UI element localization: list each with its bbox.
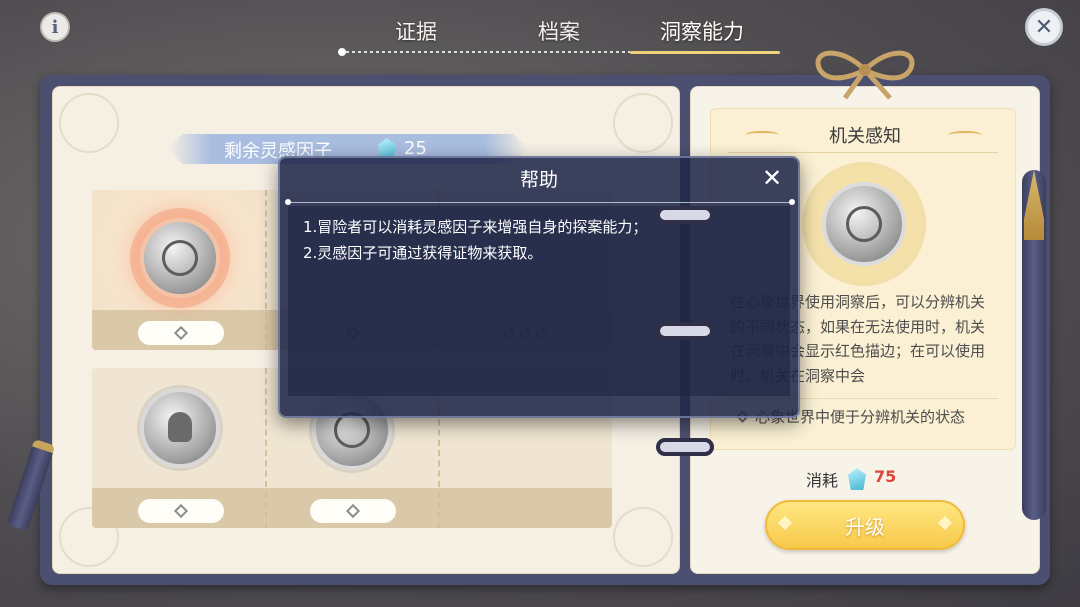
tab-track-dot bbox=[338, 48, 346, 56]
ribbon-bow bbox=[815, 50, 915, 100]
cost-label: 消耗 bbox=[806, 471, 839, 490]
divider-dot bbox=[285, 199, 291, 205]
modal-close-icon[interactable]: ✕ bbox=[762, 164, 782, 192]
upgrade-button[interactable]: 升级 bbox=[765, 500, 965, 550]
cell-divider bbox=[265, 368, 267, 528]
mechanism-sense-icon[interactable] bbox=[140, 218, 220, 298]
upgrade-label: 升级 bbox=[845, 514, 885, 539]
tab-archive[interactable]: 档案 bbox=[538, 16, 580, 46]
cost-value: 75 bbox=[874, 467, 897, 486]
binder-ring bbox=[656, 206, 714, 224]
help-line: 2.灵感因子可通过获得证物来获取。 bbox=[303, 244, 543, 262]
divider-dot bbox=[789, 199, 795, 205]
title-ornament bbox=[948, 131, 982, 139]
cost-pill bbox=[310, 499, 396, 523]
tab-evidence[interactable]: 证据 bbox=[395, 16, 437, 46]
title-ornament bbox=[745, 131, 779, 139]
diamond-icon bbox=[345, 503, 361, 519]
lightbulb-icon[interactable] bbox=[140, 388, 220, 468]
diamond-icon bbox=[173, 503, 189, 519]
close-button[interactable]: ✕ bbox=[1025, 8, 1063, 46]
diamond-icon bbox=[173, 325, 189, 341]
binder-ring bbox=[656, 322, 714, 340]
tab-active-indicator bbox=[630, 51, 780, 54]
help-line: 1.冒险者可以消耗灵感因子来增强自身的探案能力； bbox=[303, 218, 648, 236]
ability-title: 机关感知 bbox=[829, 126, 901, 147]
binder-ring bbox=[656, 438, 714, 456]
info-icon[interactable]: i bbox=[40, 12, 70, 42]
divider bbox=[728, 152, 998, 153]
corner-ornament bbox=[613, 507, 673, 567]
close-icon: ✕ bbox=[1034, 14, 1054, 40]
modal-divider bbox=[288, 202, 792, 203]
cost-pill bbox=[138, 499, 224, 523]
modal-title: 帮助 bbox=[519, 169, 558, 191]
tab-track bbox=[340, 51, 630, 53]
corner-ornament bbox=[59, 93, 119, 153]
cost-pill bbox=[138, 321, 224, 345]
corner-ornament bbox=[613, 93, 673, 153]
mechanism-sense-icon bbox=[822, 182, 906, 266]
cell-divider bbox=[265, 190, 267, 350]
tab-bar: 证据 档案 洞察能力 bbox=[338, 8, 780, 56]
tab-insight[interactable]: 洞察能力 bbox=[660, 16, 744, 46]
